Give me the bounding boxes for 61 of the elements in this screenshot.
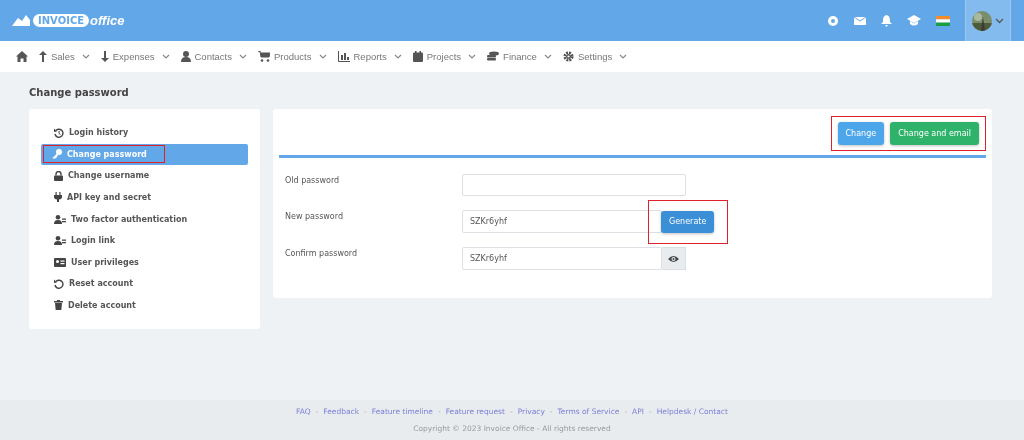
chevron-down-icon <box>81 54 90 59</box>
chevron-down-icon <box>393 54 402 59</box>
arrow-down-icon <box>100 51 109 62</box>
nav-menu[interactable]: Settings <box>562 51 628 62</box>
bell-icon[interactable] <box>881 14 892 27</box>
nav-menu[interactable]: Contacts <box>180 51 247 62</box>
id-card-icon <box>54 257 66 267</box>
nav-menu[interactable]: Finance <box>487 51 552 62</box>
nav-menu[interactable]: Projects <box>412 51 477 62</box>
users-icon <box>54 214 66 224</box>
chevron-down-icon <box>543 54 552 59</box>
logo[interactable]: INVOICE office <box>10 13 125 28</box>
sidebar-item[interactable]: User privileges <box>41 251 248 273</box>
user-icon <box>180 51 191 62</box>
field-label: New password <box>285 211 344 221</box>
field-label: Old password <box>285 175 341 185</box>
nav-menu[interactable]: Expenses <box>100 51 170 62</box>
nav-menu[interactable]: Sales <box>39 51 90 62</box>
generate-button[interactable]: Generate <box>661 210 715 233</box>
page-title: Change password <box>29 87 130 98</box>
coins-icon <box>487 51 500 62</box>
chevron-down-icon <box>468 54 477 59</box>
change-and-email-button[interactable]: Change and email <box>890 122 979 145</box>
undo-icon <box>54 278 64 289</box>
history-icon <box>54 127 64 138</box>
flag-icon[interactable] <box>936 15 950 26</box>
chevron-down-icon <box>995 17 1004 24</box>
password-field[interactable] <box>462 174 686 196</box>
key-icon <box>52 149 62 160</box>
sidebar-item[interactable]: Change password <box>41 143 248 166</box>
chevron-down-icon <box>619 54 628 59</box>
sidebar-item[interactable]: Reset account <box>41 272 248 295</box>
sidebar-item[interactable]: Two factor authentication <box>41 208 248 230</box>
calendar-icon <box>412 51 423 62</box>
trash-icon <box>54 300 63 311</box>
field-label: Confirm password <box>285 248 359 258</box>
password-field[interactable]: SZKr6yhf <box>462 210 662 233</box>
account-menu[interactable] <box>965 0 1011 41</box>
sidebar-item[interactable]: API key and secret <box>41 186 248 209</box>
cart-icon <box>258 51 270 62</box>
sidebar-item[interactable]: Login link <box>41 229 248 252</box>
sidebar-item[interactable]: Change username <box>41 165 248 187</box>
change-button[interactable]: Change <box>837 122 885 145</box>
graduation-cap-icon[interactable] <box>907 15 921 26</box>
home-link[interactable] <box>16 51 28 62</box>
nav-menu[interactable]: Products <box>258 51 327 62</box>
arrow-up-icon <box>39 51 47 62</box>
chevron-down-icon <box>161 54 170 59</box>
bar-chart-icon <box>337 51 350 62</box>
home-icon <box>16 51 28 62</box>
password-field[interactable]: SZKr6yhf <box>462 247 662 270</box>
chevron-down-icon <box>239 54 247 59</box>
plug-icon <box>54 192 62 203</box>
users-icon <box>54 236 66 246</box>
show-password-button[interactable] <box>662 247 686 270</box>
mail-icon[interactable] <box>854 15 866 26</box>
chevron-down-icon <box>318 54 327 59</box>
nav-menu[interactable]: Reports <box>337 51 402 62</box>
lock-icon <box>54 170 63 181</box>
sidebar-item[interactable]: Login history <box>41 122 248 144</box>
sidebar-item[interactable]: Delete account <box>41 294 248 317</box>
